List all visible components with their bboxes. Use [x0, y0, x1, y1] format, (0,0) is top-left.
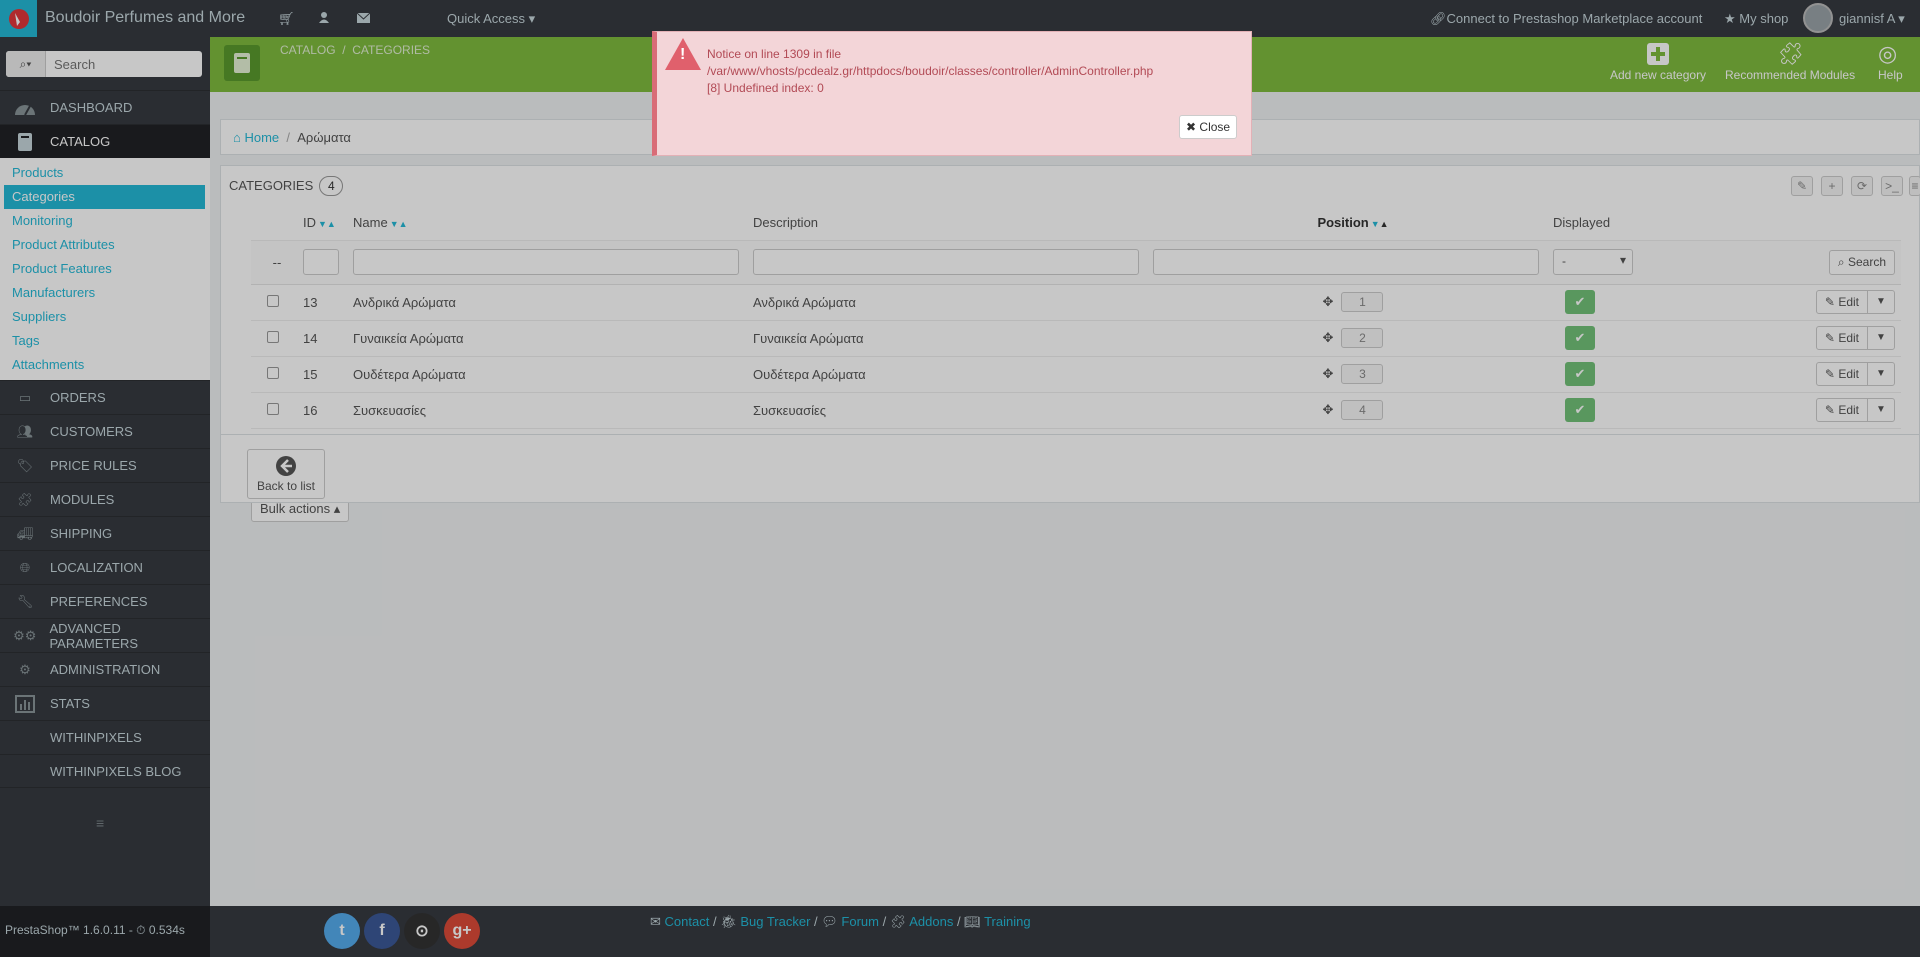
close-button[interactable]: ✖ Close	[1179, 115, 1238, 139]
close-icon: ✖	[1186, 120, 1197, 134]
warning-icon: !	[665, 38, 701, 70]
error-notice-alert: ! Notice on line 1309 in file /var/www/v…	[652, 31, 1252, 156]
